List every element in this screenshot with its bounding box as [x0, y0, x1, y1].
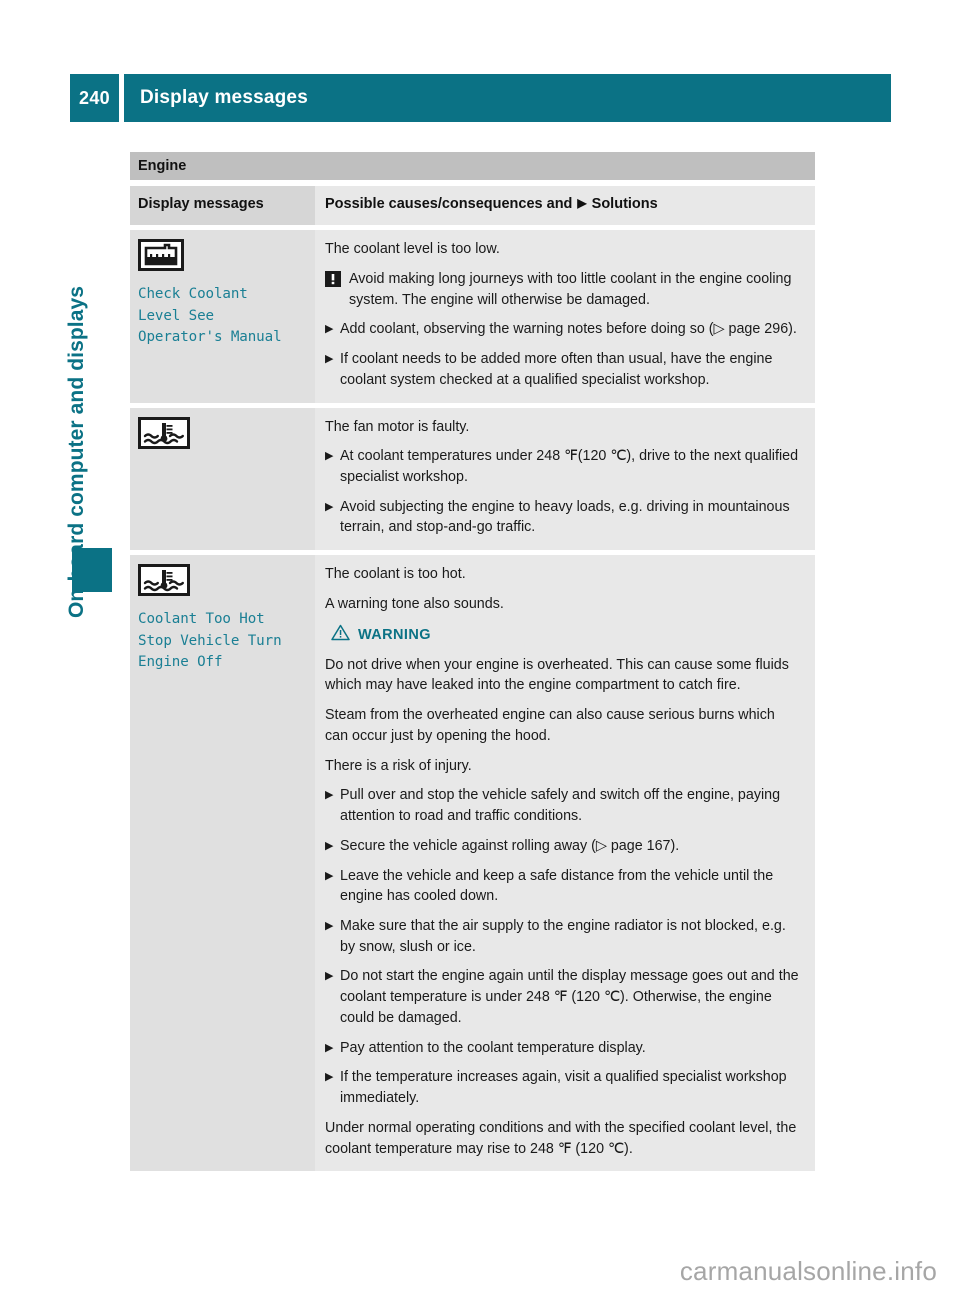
- bullet-triangle-icon: ▶: [325, 450, 334, 463]
- content-paragraph: Do not drive when your engine is overhea…: [325, 656, 789, 694]
- content-bullet: ▶ Pay attention to the coolant temperatu…: [325, 1038, 801, 1059]
- table-row: Check Coolant Level See Operator's Manua…: [130, 230, 815, 403]
- content-bullet: ▶ If the temperature increases again, vi…: [325, 1067, 801, 1108]
- content-paragraph: Steam from the overheated engine can als…: [325, 707, 775, 744]
- bullet-triangle-icon: ▶: [325, 789, 334, 802]
- content-paragraph: Under normal operating conditions and wi…: [325, 1119, 797, 1157]
- bullet-triangle-icon: ▶: [325, 1071, 334, 1084]
- content-note: Avoid making long journeys with too litt…: [325, 269, 801, 310]
- warning-label: WARNING: [358, 626, 431, 643]
- content-paragraph: There is a risk of injury.: [325, 757, 472, 774]
- column-header-solutions-post: Solutions: [591, 196, 658, 212]
- row-message-cell: [130, 407, 315, 551]
- display-messages-table: Engine Display messages Possible causes/…: [130, 152, 815, 1172]
- bullet-triangle-icon: ▶: [325, 869, 334, 882]
- bullet-triangle-icon: ▶: [325, 353, 334, 366]
- content-bullet-text: At coolant temperatures under 248 ℉(120 …: [340, 448, 799, 486]
- display-message-text: Check Coolant Level See Operator's Manua…: [138, 286, 282, 346]
- content-bullet: ▶ Do not start the engine again until th…: [325, 966, 801, 1028]
- column-header-solutions-pre: Possible causes/consequences and: [325, 196, 573, 212]
- content-bullet: ▶ At coolant temperatures under 248 ℉(12…: [325, 446, 801, 487]
- table-header-cell-left: Display messages: [130, 186, 315, 226]
- site-watermark: carmanualsonline.info: [679, 1256, 937, 1286]
- content-bullet: ▶ Add coolant, observing the warning not…: [325, 319, 801, 340]
- content-bullet: ▶ Leave the vehicle and keep a safe dist…: [325, 866, 801, 907]
- content-paragraph: The coolant level is too low.: [325, 241, 500, 258]
- content-bullet-text: Make sure that the air supply to the eng…: [340, 918, 786, 955]
- solution-triangle-icon: ▶: [577, 196, 587, 210]
- content-paragraph: A warning tone also sounds.: [325, 595, 504, 612]
- content-bullet-text: If coolant needs to be added more often …: [340, 351, 773, 388]
- warning-heading: WARNING: [331, 624, 801, 646]
- chapter-tab-block: [72, 548, 112, 592]
- table-section-header: Engine: [130, 152, 815, 180]
- content-bullet-text: Leave the vehicle and keep a safe distan…: [340, 867, 774, 905]
- content-bullet-text: Pay attention to the coolant temperature…: [340, 1039, 646, 1056]
- content-bullet: ▶ Pull over and stop the vehicle safely …: [325, 785, 801, 826]
- table-row: Coolant Too Hot Stop Vehicle Turn Engine…: [130, 555, 815, 1172]
- display-message-text: Coolant Too Hot Stop Vehicle Turn Engine…: [138, 611, 282, 671]
- content-bullet: ▶ Secure the vehicle against rolling awa…: [325, 836, 801, 857]
- content-bullet-text: If the temperature increases again, visi…: [340, 1069, 787, 1107]
- coolant-temperature-icon: [138, 564, 305, 601]
- page-number: 240: [70, 74, 119, 122]
- coolant-temperature-icon: [138, 416, 305, 454]
- row-message-cell: Check Coolant Level See Operator's Manua…: [130, 230, 315, 403]
- content-note-text: Avoid making long journeys with too litt…: [349, 270, 792, 308]
- bullet-triangle-icon: ▶: [325, 500, 334, 513]
- table-row: The fan motor is faulty. ▶ At coolant te…: [130, 407, 815, 551]
- content-bullet-text: Avoid subjecting the engine to heavy loa…: [340, 498, 790, 536]
- bullet-triangle-icon: ▶: [325, 970, 334, 983]
- content-bullet: ▶ If coolant needs to be added more ofte…: [325, 349, 801, 390]
- row-content-cell: The fan motor is faulty. ▶ At coolant te…: [315, 407, 815, 551]
- page-title: Display messages: [140, 87, 308, 108]
- manual-page: On-board computer and displays 240 Displ…: [0, 0, 960, 1302]
- content-bullet-text: Pull over and stop the vehicle safely an…: [340, 787, 781, 824]
- attention-exclamation-icon: [325, 269, 349, 310]
- bullet-triangle-icon: ▶: [325, 839, 334, 852]
- bullet-triangle-icon: ▶: [325, 1041, 334, 1054]
- row-content-cell: The coolant is too hot. A warning tone a…: [315, 555, 815, 1172]
- table-header-cell-right: Possible causes/consequences and ▶ Solutio…: [315, 186, 815, 226]
- content-bullet-text: Do not start the engine again until the …: [340, 968, 799, 1026]
- warning-triangle-icon: [331, 624, 350, 646]
- page-title-container: Display messages: [124, 74, 891, 122]
- content-bullet-text: Secure the vehicle against rolling away …: [340, 837, 680, 854]
- column-header-display-messages: Display messages: [138, 196, 264, 212]
- row-content-cell: The coolant level is too low. Avoid maki…: [315, 230, 815, 403]
- content-paragraph: The coolant is too hot.: [325, 566, 466, 583]
- page-header: 240 Display messages: [70, 74, 891, 122]
- column-header-solutions: Possible causes/consequences and ▶ Solutio…: [325, 195, 801, 213]
- bullet-triangle-icon: ▶: [325, 323, 334, 336]
- content-bullet: ▶ Avoid subjecting the engine to heavy l…: [325, 497, 801, 538]
- row-message-cell: Coolant Too Hot Stop Vehicle Turn Engine…: [130, 555, 315, 1172]
- bullet-triangle-icon: ▶: [325, 920, 334, 932]
- content-paragraph: The fan motor is faulty.: [325, 418, 470, 435]
- content-bullet-text: Add coolant, observing the warning notes…: [340, 321, 797, 338]
- table-header-row: Display messages Possible causes/consequ…: [130, 186, 815, 226]
- content-bullet: ▶ Make sure that the air supply to the e…: [325, 916, 801, 957]
- coolant-level-low-icon: [138, 239, 305, 276]
